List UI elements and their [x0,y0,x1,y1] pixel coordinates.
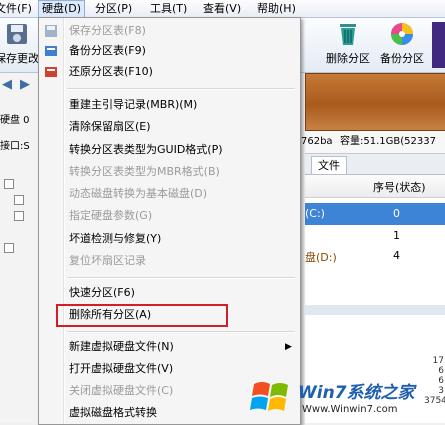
menu-separator [67,88,295,90]
menu-item-convert-to-mbr[interactable]: 转换分区表类型为MBR格式(B) [69,162,220,182]
trash-icon [340,24,356,45]
menu-view[interactable]: 查看(V) [200,0,244,17]
backup-partition-button[interactable]: 备份分区 [376,20,428,66]
delete-partition-label: 删除分区 [326,52,370,65]
table-divider [305,305,445,315]
partition-serial: 4 [393,249,400,262]
delete-partition-button[interactable]: 删除分区 [322,20,374,66]
backup-partition-label: 备份分区 [380,52,424,65]
menu-item-specify-disk-params[interactable]: 指定硬盘参数(G) [69,206,152,226]
watermark-brand: Win7系统之家 [298,383,415,403]
side-number: 3 [438,386,444,396]
table-row[interactable]: 1 [305,225,445,247]
menu-item-reset-bad-sectors[interactable]: 复位坏扇区记录 [69,251,146,271]
menu-bar: 文件(F) 硬盘(D) 分区(P) 工具(T) 查看(V) 帮助(H) [0,0,445,18]
tree-expand-icon[interactable] [14,195,24,205]
disk-capacity-text: 容量:51.1GB(52337 [340,136,436,147]
disk-model-text: 762ba [301,136,333,147]
toolbar-overflow-icon [432,22,445,68]
interface-label: 接口:S [0,141,30,152]
menu-item-dynamic-to-basic[interactable]: 动态磁盘转换为基本磁盘(D) [69,184,207,204]
side-numbers: 17 6 6 3 3754 [424,356,445,406]
watermark: Win7系统之家 Www.Winwin7.com [246,372,415,422]
menu-item-rebuild-mbr[interactable]: 重建主引导记录(MBR)(M) [69,95,197,115]
watermark-url: Www.Winwin7.com [302,404,398,415]
menu-file[interactable]: 文件(F) [0,0,35,17]
restore-table-icon [45,67,57,77]
save-changes-label: 保存更改 [0,52,39,65]
menu-item-close-virtual-disk[interactable]: 关闭虚拟硬盘文件(C) [69,381,173,401]
menu-separator [67,331,295,333]
tree-expand-icon[interactable] [4,179,14,189]
menu-item-backup-partition-table[interactable]: 备份分区表(F9) [69,41,146,61]
menu-item-convert-virtual-disk-format[interactable]: 虚拟磁盘格式转换 [69,403,157,423]
tab-bar: 文件 [305,154,445,175]
table-row[interactable]: 盘(D:) 4 [305,245,445,267]
menu-item-convert-to-guid[interactable]: 转换分区表类型为GUID格式(P) [69,140,223,160]
tree-expand-icon[interactable] [4,243,14,253]
menu-separator [67,277,295,279]
menu-item-save-partition-table[interactable]: 保存分区表(F8) [69,21,146,41]
tree-expand-icon[interactable] [14,211,24,221]
partition-map-bar[interactable] [305,73,445,131]
menu-item-restore-partition-table[interactable]: 还原分区表(F10) [69,62,153,82]
menu-tools[interactable]: 工具(T) [147,0,190,17]
save-changes-button[interactable]: 保存更改 [0,20,40,66]
side-number: 17 [432,356,444,366]
partition-name: 盘(D:) [305,251,337,264]
save-disk-icon [7,24,27,44]
save-partition-table-icon [45,25,57,37]
submenu-arrow-icon: ▶ [285,342,292,352]
back-arrow-icon[interactable]: ◀ [2,77,12,92]
menu-item-quick-partition[interactable]: 快速分区(F6) [69,283,135,303]
side-number: 6 [438,376,444,386]
side-number: 3754 [424,396,445,406]
partition-serial: 1 [393,229,400,242]
table-row[interactable]: (C:) 0 [305,203,445,225]
menu-item-open-virtual-disk[interactable]: 打开虚拟硬盘文件(V) [69,359,173,379]
red-highlight-box [56,304,228,327]
side-number: 6 [438,366,444,376]
menu-item-clear-reserved-sectors[interactable]: 清除保留扇区(E) [69,117,151,137]
menu-partition[interactable]: 分区(P) [92,0,135,17]
menu-item-bad-sector-check[interactable]: 坏道检测与修复(Y) [69,229,161,249]
disk-tree-panel: ◀ ▶ 硬盘 0 接口:S [0,73,41,423]
table-header: 序号(状态) [305,175,445,198]
column-header-serial: 序号(状态) [373,181,426,194]
backup-disc-icon [391,23,413,45]
tab-browse-files[interactable]: 文件 [311,156,347,174]
menu-disk[interactable]: 硬盘(D) [38,0,86,17]
menu-help[interactable]: 帮助(H) [254,0,299,17]
disk-menu-dropdown: 保存分区表(F8) 备份分区表(F9) 还原分区表(F10) 重建主引导记录(M… [38,17,301,425]
forward-arrow-icon[interactable]: ▶ [20,77,30,92]
disk-info-bar: 762ba 容量:51.1GB(52337 [301,131,445,154]
partition-serial: 0 [393,207,400,220]
disk-label: 硬盘 0 [0,115,30,126]
menu-gutter [63,18,65,424]
backup-table-icon [45,46,57,56]
menu-item-new-virtual-disk[interactable]: 新建虚拟硬盘文件(N) [69,337,174,357]
partition-name: (C:) [305,207,325,220]
windows-logo-icon [250,382,288,411]
